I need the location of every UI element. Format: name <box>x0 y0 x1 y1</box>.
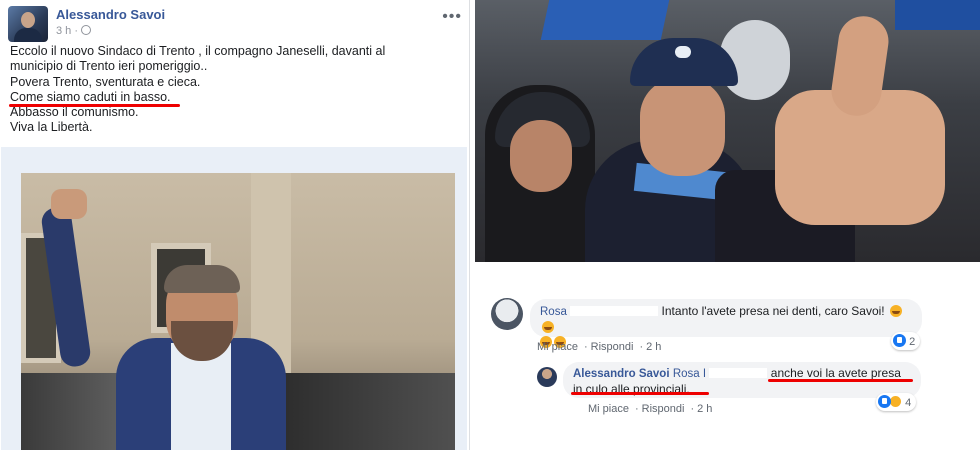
reaction-count: 4 <box>905 397 912 409</box>
author-avatar[interactable] <box>8 6 48 42</box>
red-underline-annotation <box>9 104 180 107</box>
reply-author-name[interactable]: Alessandro Savoi <box>573 368 670 380</box>
post-line: Come siamo caduti in basso. <box>10 89 171 104</box>
reply-tag[interactable]: Rosa I <box>673 368 706 380</box>
commenter-avatar[interactable] <box>491 298 523 330</box>
comment-time[interactable]: 2 h <box>646 341 661 353</box>
comments-section: Rosa Intanto l'avete presa nei denti, ca… <box>475 262 980 450</box>
post-line: municipio di Trento ieri pomeriggio.. <box>10 59 208 74</box>
post-image[interactable] <box>1 147 467 450</box>
reply-avatar[interactable] <box>537 367 557 387</box>
laughing-emoji-icon <box>542 321 554 333</box>
comment-text: Intanto l'avete presa nei denti, caro Sa… <box>661 304 885 318</box>
post-timestamp[interactable]: 3 h · <box>56 25 92 37</box>
reply-time[interactable]: 2 h <box>697 403 712 415</box>
post-line: Viva la Libertà. <box>10 120 93 135</box>
like-reaction-icon <box>878 395 891 408</box>
facebook-post: Alessandro Savoi 3 h · ••• Eccolo il nuo… <box>0 0 470 450</box>
like-link[interactable]: Mi piace <box>537 341 578 353</box>
post-time: 3 h <box>56 25 72 37</box>
reply-actions: Mi piace · Rispondi · 2 h <box>588 403 713 415</box>
red-underline-annotation <box>571 392 709 395</box>
post-author-name[interactable]: Alessandro Savoi <box>56 7 165 22</box>
reply-link[interactable]: Rispondi <box>591 341 634 353</box>
comment-bubble: Rosa Intanto l'avete presa nei denti, ca… <box>530 299 922 348</box>
reaction-count: 2 <box>909 336 916 348</box>
reply-reactions[interactable]: 4 <box>876 393 917 411</box>
comment-reactions[interactable]: 2 <box>891 332 921 350</box>
commenter-name[interactable]: Rosa <box>540 306 567 318</box>
mayor-photo <box>21 173 455 450</box>
more-options-icon[interactable]: ••• <box>442 8 462 26</box>
globe-icon <box>81 25 92 35</box>
rally-photo <box>475 0 980 262</box>
like-link[interactable]: Mi piace <box>588 403 629 415</box>
reply-text: anche voi la avete presa <box>770 366 901 380</box>
post-body: Eccolo il nuovo Sindaco di Trento , il c… <box>10 44 450 136</box>
post-line: Povera Trento, sventurata e cieca. <box>10 74 201 89</box>
red-underline-annotation <box>768 379 913 382</box>
reply-link[interactable]: Rispondi <box>642 403 685 415</box>
post-header: Alessandro Savoi 3 h · ••• <box>8 6 468 42</box>
post-line: Eccolo il nuovo Sindaco di Trento , il c… <box>10 44 386 58</box>
comment-actions: Mi piace · Rispondi · 2 h <box>537 341 662 353</box>
laughing-emoji-icon <box>890 305 902 317</box>
like-reaction-icon <box>893 334 906 347</box>
post-line: Abbasso il comunismo. <box>10 105 139 120</box>
